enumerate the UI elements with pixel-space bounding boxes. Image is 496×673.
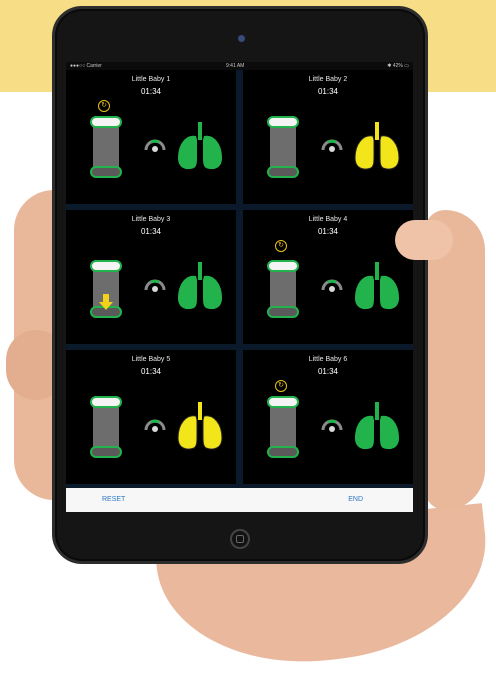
- clock: 9:41 AM: [226, 63, 245, 69]
- compression-top-marker: [90, 260, 122, 272]
- home-button[interactable]: [230, 529, 250, 549]
- lungs-icon: [355, 402, 399, 450]
- reset-button[interactable]: RESET: [102, 496, 125, 503]
- gauge-needle: [152, 146, 158, 152]
- compression-top-marker: [90, 116, 122, 128]
- end-button[interactable]: END: [348, 496, 363, 503]
- compression-bottom-marker: [90, 446, 122, 458]
- compression-top-marker: [90, 396, 122, 408]
- compression-depth-indicator: [267, 116, 299, 178]
- session-timer: 01:34: [317, 367, 339, 376]
- ventilation-prompt-icon: ↻: [275, 380, 287, 392]
- manikin-card[interactable]: Little Baby 1 01:34 ↻: [66, 70, 236, 204]
- compression-depth-indicator: [267, 396, 299, 458]
- manikin-name: Little Baby 6: [308, 356, 348, 363]
- front-camera: [238, 35, 245, 42]
- compression-bottom-marker: [267, 306, 299, 318]
- ventilation-prompt-icon: ↻: [275, 240, 287, 252]
- lungs-icon: [178, 262, 222, 310]
- manikin-card[interactable]: Little Baby 4 01:34 ↻: [243, 210, 413, 344]
- manikin-card[interactable]: Little Baby 6 01:34 ↻: [243, 350, 413, 484]
- manikin-card[interactable]: Little Baby 2 01:34: [243, 70, 413, 204]
- manikin-name: Little Baby 5: [131, 356, 171, 363]
- ventilation-prompt-icon: ↻: [98, 100, 110, 112]
- lungs-icon: [178, 122, 222, 170]
- rate-gauge: [321, 418, 343, 434]
- manikin-card[interactable]: Little Baby 5 01:34: [66, 350, 236, 484]
- manikin-card[interactable]: Little Baby 3 01:34: [66, 210, 236, 344]
- compression-bottom-marker: [267, 166, 299, 178]
- gauge-needle: [329, 286, 335, 292]
- manikin-name: Little Baby 3: [131, 216, 171, 223]
- lungs-icon: [177, 402, 223, 450]
- battery-indicator: ✱ 42% ▭: [387, 63, 409, 69]
- compression-bottom-marker: [90, 166, 122, 178]
- manikin-name: Little Baby 4: [308, 216, 348, 223]
- session-timer: 01:34: [140, 227, 162, 236]
- rate-gauge: [144, 278, 166, 294]
- compression-top-marker: [267, 116, 299, 128]
- compression-bottom-marker: [267, 446, 299, 458]
- tablet-device: ●●●○○ Carrier 9:41 AM ✱ 42% ▭ Little Bab…: [52, 6, 428, 564]
- right-thumb: [395, 220, 453, 260]
- session-timer: 01:34: [140, 87, 162, 96]
- manikin-grid: Little Baby 1 01:34 ↻ Little Baby 2 01:34 Lit…: [66, 70, 413, 484]
- app-screen: ●●●○○ Carrier 9:41 AM ✱ 42% ▭ Little Bab…: [66, 62, 413, 512]
- gauge-needle: [329, 146, 335, 152]
- gauge-needle: [152, 426, 158, 432]
- compression-top-marker: [267, 260, 299, 272]
- rate-gauge: [321, 278, 343, 294]
- compression-depth-indicator: [90, 396, 122, 458]
- lungs-icon: [354, 122, 400, 170]
- compression-top-marker: [267, 396, 299, 408]
- session-timer: 01:34: [317, 87, 339, 96]
- manikin-name: Little Baby 1: [131, 76, 171, 83]
- carrier-label: ●●●○○ Carrier: [70, 63, 102, 69]
- status-bar: ●●●○○ Carrier 9:41 AM ✱ 42% ▭: [66, 62, 413, 70]
- session-timer: 01:34: [140, 367, 162, 376]
- session-timer: 01:34: [317, 227, 339, 236]
- gauge-needle: [329, 426, 335, 432]
- rate-gauge: [321, 138, 343, 154]
- home-button-glyph: [236, 535, 244, 543]
- rate-gauge: [144, 138, 166, 154]
- rate-gauge: [144, 418, 166, 434]
- gauge-needle: [152, 286, 158, 292]
- bottom-action-bar: RESET END: [66, 488, 413, 512]
- push-deeper-arrow-icon: [99, 294, 113, 310]
- lungs-icon: [355, 262, 399, 310]
- compression-depth-indicator: [90, 116, 122, 178]
- manikin-name: Little Baby 2: [308, 76, 348, 83]
- compression-depth-indicator: [267, 256, 299, 318]
